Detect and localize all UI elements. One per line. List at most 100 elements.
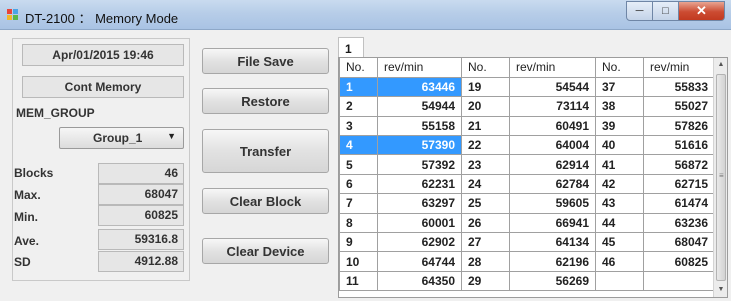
cell-rev-min[interactable]: 60001 bbox=[377, 212, 462, 234]
cell-no[interactable]: 3 bbox=[339, 115, 378, 137]
cell-no[interactable] bbox=[595, 270, 644, 292]
cell-rev-min[interactable]: 62784 bbox=[509, 173, 596, 195]
cell-rev-min[interactable]: 57390 bbox=[377, 135, 462, 156]
close-button[interactable]: ✕ bbox=[679, 1, 725, 21]
cell-no[interactable]: 37 bbox=[595, 76, 644, 98]
cell-no[interactable]: 8 bbox=[339, 212, 378, 234]
table-row[interactable]: 3 55158 21 60491 39 57826 bbox=[339, 115, 715, 137]
group-select[interactable]: Group_1 ▼ bbox=[59, 127, 184, 149]
cell-no[interactable]: 42 bbox=[595, 173, 644, 195]
column-header-no[interactable]: No. bbox=[461, 58, 510, 78]
cell-no[interactable]: 41 bbox=[595, 154, 644, 175]
cell-rev-min[interactable]: 61474 bbox=[643, 193, 715, 214]
cell-rev-min[interactable]: 54544 bbox=[509, 76, 596, 98]
cell-no[interactable]: 40 bbox=[595, 135, 644, 156]
cell-no[interactable]: 26 bbox=[461, 212, 510, 234]
cell-rev-min[interactable]: 64134 bbox=[509, 232, 596, 253]
cell-rev-min[interactable]: 62914 bbox=[509, 154, 596, 175]
cell-rev-min[interactable]: 60825 bbox=[643, 251, 715, 272]
maximize-button[interactable]: □ bbox=[653, 1, 679, 21]
cell-rev-min[interactable]: 57826 bbox=[643, 115, 715, 137]
cell-no[interactable]: 39 bbox=[595, 115, 644, 137]
cell-no[interactable]: 5 bbox=[339, 154, 378, 175]
cell-rev-min[interactable]: 64744 bbox=[377, 251, 462, 272]
cell-no[interactable]: 20 bbox=[461, 96, 510, 117]
cell-no[interactable]: 23 bbox=[461, 154, 510, 175]
cell-rev-min[interactable]: 62902 bbox=[377, 232, 462, 253]
cell-no[interactable]: 28 bbox=[461, 251, 510, 272]
cell-rev-min[interactable]: 57392 bbox=[377, 154, 462, 175]
table-row[interactable]: 2 54944 20 73114 38 55027 bbox=[339, 96, 715, 117]
table-row[interactable]: 4 57390 22 64004 40 51616 bbox=[339, 135, 715, 156]
cell-no[interactable]: 6 bbox=[339, 173, 378, 195]
cell-no[interactable]: 21 bbox=[461, 115, 510, 137]
cell-no[interactable]: 46 bbox=[595, 251, 644, 272]
stat-label-ave: Ave. bbox=[14, 234, 39, 248]
cell-rev-min[interactable]: 62231 bbox=[377, 173, 462, 195]
cell-no[interactable]: 22 bbox=[461, 135, 510, 156]
cell-rev-min[interactable]: 62196 bbox=[509, 251, 596, 272]
column-header-no[interactable]: No. bbox=[595, 58, 644, 78]
cell-rev-min[interactable]: 64350 bbox=[377, 270, 462, 292]
cell-rev-min[interactable]: 63297 bbox=[377, 193, 462, 214]
cell-rev-min[interactable]: 55833 bbox=[643, 76, 715, 98]
cell-rev-min[interactable]: 64004 bbox=[509, 135, 596, 156]
table-row[interactable]: 11 64350 29 56269 bbox=[339, 270, 715, 292]
minimize-button[interactable]: ─ bbox=[626, 1, 653, 21]
table-row[interactable]: 10 64744 28 62196 46 60825 bbox=[339, 251, 715, 272]
memory-data-grid[interactable]: No. rev/min No. rev/min No. rev/min 1 634… bbox=[338, 57, 728, 298]
table-row[interactable]: 5 57392 23 62914 41 56872 bbox=[339, 154, 715, 175]
cell-rev-min[interactable]: 63446 bbox=[377, 76, 462, 98]
scroll-down-icon[interactable]: ▼ bbox=[714, 283, 727, 297]
cell-no[interactable]: 9 bbox=[339, 232, 378, 253]
column-header-no[interactable]: No. bbox=[339, 58, 378, 78]
cell-no[interactable]: 19 bbox=[461, 76, 510, 98]
clear-device-button[interactable]: Clear Device bbox=[202, 238, 329, 264]
cell-rev-min[interactable]: 56269 bbox=[509, 270, 596, 292]
file-save-button[interactable]: File Save bbox=[202, 48, 329, 74]
cell-no[interactable]: 24 bbox=[461, 173, 510, 195]
table-row[interactable]: 7 63297 25 59605 43 61474 bbox=[339, 193, 715, 214]
cell-no[interactable]: 25 bbox=[461, 193, 510, 214]
cell-no[interactable]: 38 bbox=[595, 96, 644, 117]
tab-1[interactable]: 1 bbox=[338, 37, 364, 58]
transfer-button[interactable]: Transfer bbox=[202, 129, 329, 173]
cell-rev-min[interactable]: 55027 bbox=[643, 96, 715, 117]
table-row[interactable]: 6 62231 24 62784 42 62715 bbox=[339, 173, 715, 195]
stat-value-min: 60825 bbox=[98, 205, 184, 226]
vertical-scrollbar[interactable]: ▲ ≡ ▼ bbox=[713, 58, 727, 297]
cell-no[interactable]: 29 bbox=[461, 270, 510, 292]
column-header-rev-min[interactable]: rev/min bbox=[643, 58, 715, 78]
column-header-rev-min[interactable]: rev/min bbox=[509, 58, 596, 78]
table-row[interactable]: 9 62902 27 64134 45 68047 bbox=[339, 232, 715, 253]
cell-rev-min[interactable]: 63236 bbox=[643, 212, 715, 234]
cell-no[interactable]: 7 bbox=[339, 193, 378, 214]
cell-rev-min[interactable]: 54944 bbox=[377, 96, 462, 117]
cell-no[interactable]: 44 bbox=[595, 212, 644, 234]
cell-no[interactable]: 2 bbox=[339, 96, 378, 117]
cell-no[interactable]: 43 bbox=[595, 193, 644, 214]
cell-no[interactable]: 45 bbox=[595, 232, 644, 253]
restore-button[interactable]: Restore bbox=[202, 88, 329, 114]
table-row[interactable]: 8 60001 26 66941 44 63236 bbox=[339, 212, 715, 234]
cell-rev-min[interactable]: 68047 bbox=[643, 232, 715, 253]
clear-block-button[interactable]: Clear Block bbox=[202, 188, 329, 214]
cell-rev-min[interactable]: 62715 bbox=[643, 173, 715, 195]
table-row[interactable]: 1 63446 19 54544 37 55833 bbox=[339, 76, 715, 98]
cell-no[interactable]: 1 bbox=[339, 76, 378, 98]
cell-rev-min[interactable]: 59605 bbox=[509, 193, 596, 214]
cell-no[interactable]: 27 bbox=[461, 232, 510, 253]
cell-rev-min[interactable] bbox=[643, 270, 715, 292]
cell-rev-min[interactable]: 51616 bbox=[643, 135, 715, 156]
cell-rev-min[interactable]: 73114 bbox=[509, 96, 596, 117]
cell-no[interactable]: 10 bbox=[339, 251, 378, 272]
cell-rev-min[interactable]: 60491 bbox=[509, 115, 596, 137]
cell-no[interactable]: 4 bbox=[339, 135, 378, 156]
cell-no[interactable]: 11 bbox=[339, 270, 378, 292]
scroll-up-icon[interactable]: ▲ bbox=[714, 58, 727, 72]
scroll-thumb[interactable]: ≡ bbox=[716, 74, 726, 281]
cell-rev-min[interactable]: 55158 bbox=[377, 115, 462, 137]
cell-rev-min[interactable]: 56872 bbox=[643, 154, 715, 175]
cell-rev-min[interactable]: 66941 bbox=[509, 212, 596, 234]
column-header-rev-min[interactable]: rev/min bbox=[377, 58, 462, 78]
